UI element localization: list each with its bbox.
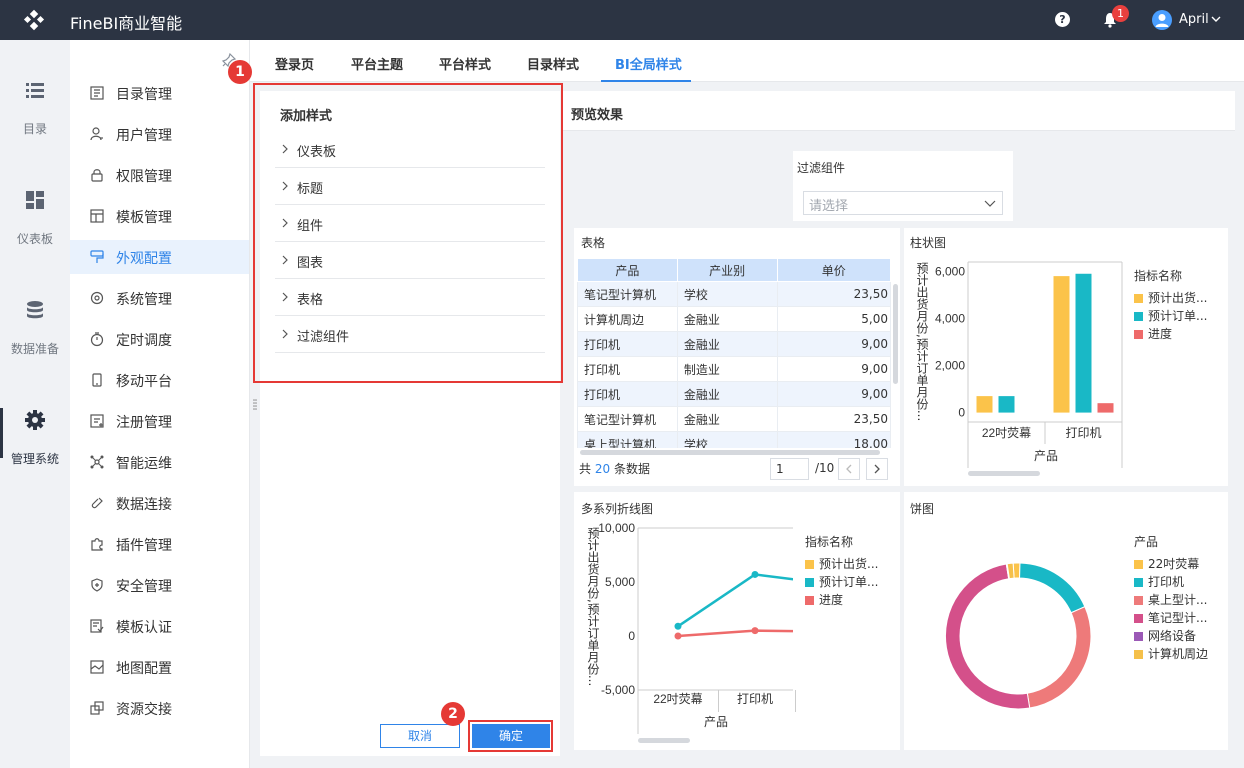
legend-label: 桌上型计... [1148,593,1208,607]
pie-chart [944,562,1092,710]
legend-label: 预计出货... [1148,291,1208,305]
bar-legend-item[interactable]: 进度 [1134,325,1172,342]
pie-legend-item[interactable]: 网络设备 [1134,627,1196,644]
line-legend-item[interactable]: 进度 [805,591,843,608]
legend-label: 网络设备 [1148,629,1197,643]
legend-swatch [1134,578,1143,587]
legend-label: 进度 [1148,327,1173,341]
line-legend-item[interactable]: 预计订单... [805,573,878,590]
legend-swatch [805,560,814,569]
legend-swatch [1134,330,1143,339]
bar-legend-item[interactable]: 预计订单... [1134,307,1207,324]
legend-label: 预计订单... [819,575,879,589]
legend-swatch [1134,632,1143,641]
legend-label: 计算机周边 [1148,647,1209,661]
legend-swatch [805,578,814,587]
pie-legend-item[interactable]: 22吋荧幕 [1134,555,1199,572]
bar-legend-item[interactable]: 预计出货... [1134,289,1207,306]
line-legend-item[interactable]: 预计出货... [805,555,878,572]
legend-label: 打印机 [1148,575,1185,589]
legend-swatch [1134,312,1143,321]
legend-swatch [1134,596,1143,605]
pie-legend-title: 产品 [1134,535,1159,549]
legend-label: 笔记型计... [1148,611,1208,625]
legend-swatch [1134,560,1143,569]
legend-label: 进度 [819,593,844,607]
pie-legend-item[interactable]: 计算机周边 [1134,645,1208,662]
pie-slice [1019,562,1086,614]
legend-label: 预计出货... [819,557,879,571]
pie-legend-item[interactable]: 桌上型计... [1134,591,1207,608]
legend-swatch [805,596,814,605]
pie-legend-item[interactable]: 打印机 [1134,573,1184,590]
legend-label: 22吋荧幕 [1148,557,1200,571]
legend-swatch [1134,294,1143,303]
pie-slice [1026,606,1092,709]
legend-swatch [1134,650,1143,659]
pie-slice [944,563,1031,710]
pie-legend-item[interactable]: 笔记型计... [1134,609,1207,626]
legend-label: 预计订单... [1148,309,1208,323]
legend-swatch [1134,614,1143,623]
